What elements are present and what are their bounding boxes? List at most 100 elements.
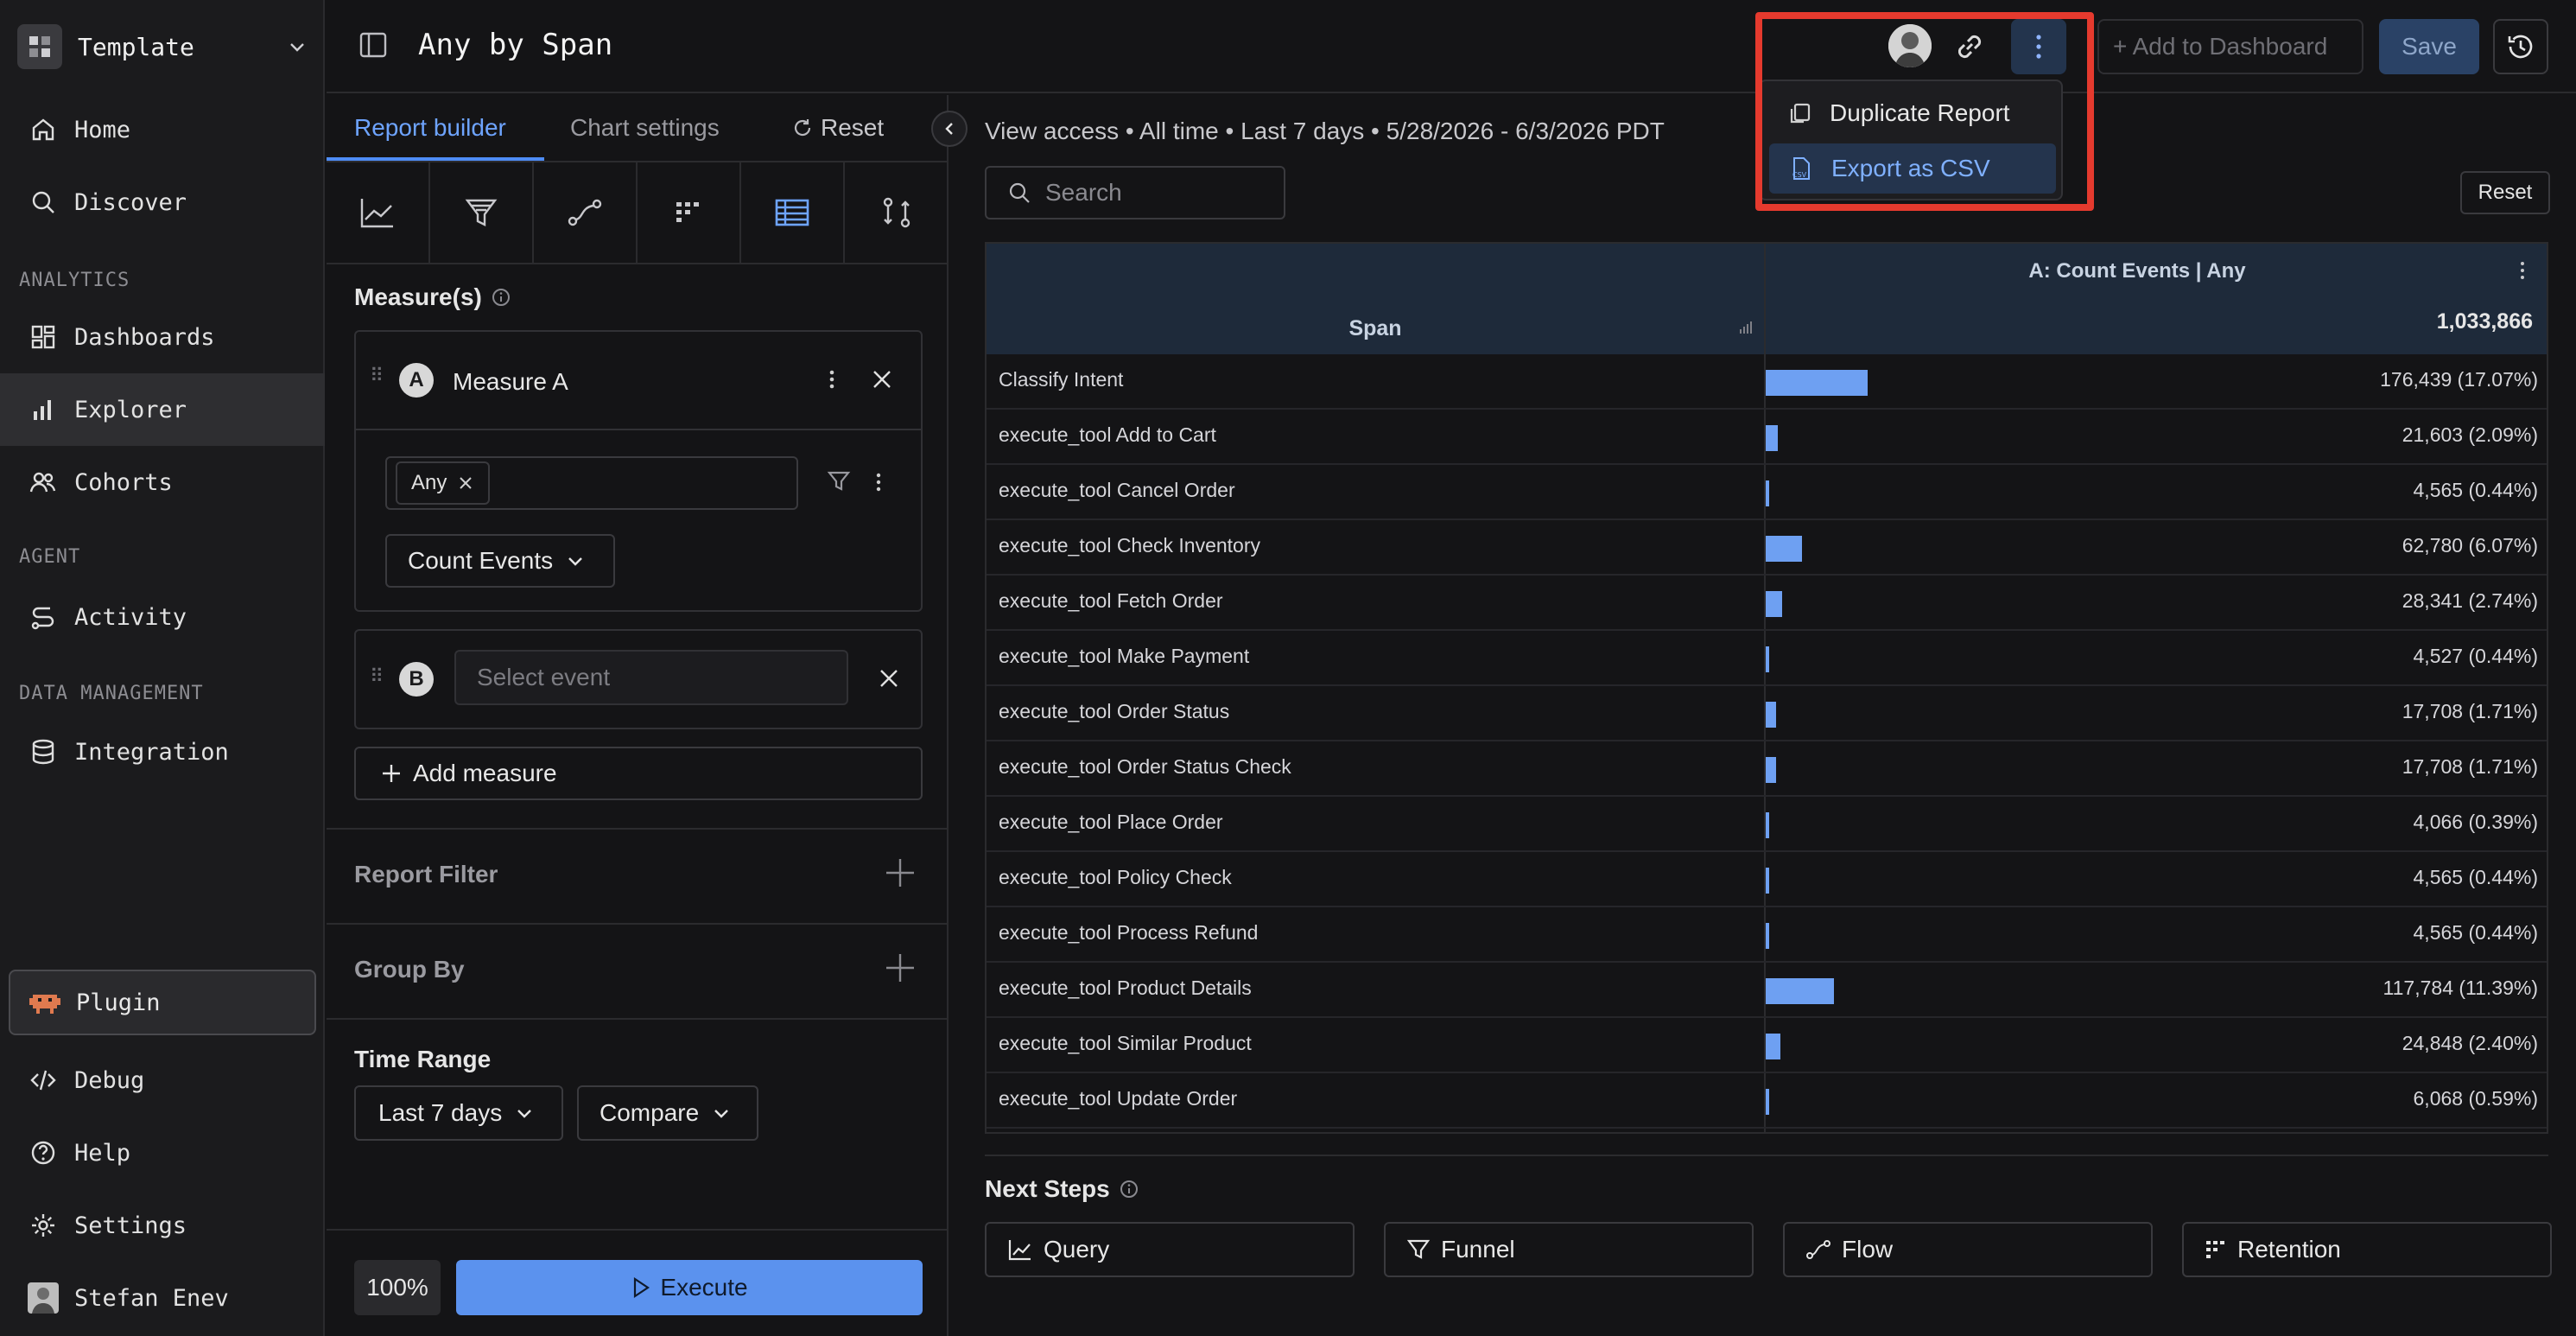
nav-settings[interactable]: Settings [0,1189,325,1262]
grid-dots-icon [676,202,699,222]
chart-type-compare[interactable] [845,162,949,263]
report-builder-panel: Report builder Chart settings Reset Meas… [327,95,949,1336]
nav-discover[interactable]: Discover [0,166,325,239]
plus-icon[interactable] [883,951,917,985]
nav-help[interactable]: Help [0,1117,325,1189]
aggregation-label: Count Events [408,547,554,574]
time-range-title: Time Range [354,1046,492,1072]
value-bar [1766,480,1769,506]
nav-activity[interactable]: Activity [0,581,325,653]
table-row[interactable]: execute_tool Fetch Order 28,341 (2.74%) [987,576,2547,631]
search-icon [26,185,60,219]
table-icon [775,199,809,226]
next-step-flow-button[interactable]: Flow [1783,1222,2153,1277]
value-bar [1766,1089,1770,1115]
more-vertical-icon[interactable] [874,470,883,494]
nav-home[interactable]: Home [0,93,325,166]
report-filter-section[interactable]: Report Filter [327,830,949,925]
table-row[interactable]: execute_tool Cancel Order 4,565 (0.44%) [987,465,2547,520]
compare-dropdown[interactable]: Compare [577,1085,758,1141]
nav-explorer-label: Explorer [74,396,187,423]
funnel-icon [1406,1239,1431,1259]
plugin-button[interactable]: Plugin [9,970,316,1035]
nav-debug-label: Debug [74,1066,145,1094]
close-icon[interactable] [878,667,900,690]
value-bar [1766,702,1776,728]
search-input[interactable]: Search [985,166,1285,219]
add-to-dashboard-button[interactable]: + Add to Dashboard [2097,19,2363,74]
event-selector[interactable]: Any [385,456,798,510]
nav-explorer[interactable]: Explorer [0,373,325,446]
table-row[interactable]: execute_tool Place Order 4,066 (0.39%) [987,797,2547,852]
sidebar-toggle-icon[interactable] [358,29,389,60]
next-step-retention-button[interactable]: Retention [2182,1222,2552,1277]
nav-debug[interactable]: Debug [0,1044,325,1117]
group-by-section[interactable]: Group By [327,925,949,1020]
reset-button[interactable]: Reset [791,114,884,142]
flow-icon [568,199,602,226]
measure-a-card: ⠿ A Measure A Any Count Events [354,330,923,612]
nav-home-label: Home [74,116,131,143]
table-row[interactable]: execute_tool Order Status 17,708 (1.71%) [987,686,2547,741]
column-header-span[interactable]: Span [987,316,1764,341]
table-row[interactable]: execute_tool Policy Check 4,565 (0.44%) [987,852,2547,907]
nav-dashboards[interactable]: Dashboards [0,301,325,373]
divider [985,1155,2548,1156]
count-value-cell: 4,066 (0.39%) [2413,811,2538,833]
next-step-funnel-button[interactable]: Funnel [1384,1222,1754,1277]
link-icon[interactable] [1949,26,1990,67]
execute-button[interactable]: Execute [456,1260,923,1315]
table-row[interactable]: execute_tool Product Details 117,784 (11.… [987,963,2547,1018]
nav-discover-label: Discover [74,188,187,216]
more-vertical-icon[interactable] [828,366,836,392]
next-step-query-button[interactable]: Query [985,1222,1355,1277]
table-reset-button[interactable]: Reset [2460,171,2550,214]
plus-icon[interactable] [883,856,917,890]
chart-type-retention[interactable] [638,162,741,263]
chart-type-table[interactable] [741,162,845,263]
drag-handle-icon[interactable]: ⠿ [370,665,384,688]
nav-user[interactable]: Stefan Enev [0,1262,325,1334]
tab-report-builder[interactable]: Report builder [354,114,506,142]
sort-icon[interactable] [1738,320,1754,335]
filter-icon[interactable] [826,468,852,494]
close-icon[interactable] [457,474,474,492]
span-name-cell: execute_tool Similar Product [999,1032,1252,1054]
table-row[interactable]: execute_tool Add to Cart 21,603 (2.09%) [987,410,2547,465]
report-filter-title: Report Filter [354,861,498,887]
aggregation-dropdown[interactable]: Count Events [385,534,615,588]
table-row[interactable]: execute_tool Similar Product 24,848 (2.40… [987,1018,2547,1073]
span-name-cell: execute_tool Check Inventory [999,534,1261,557]
close-icon[interactable] [871,368,893,391]
table-row[interactable]: execute_tool Process Refund 4,565 (0.44%) [987,907,2547,963]
workspace-name: Template [78,32,194,61]
zoom-level[interactable]: 100% [354,1260,441,1315]
nav-cohorts[interactable]: Cohorts [0,446,325,518]
chevron-down-icon [714,1110,729,1118]
chart-type-flow[interactable] [534,162,638,263]
table-row[interactable]: execute_tool Check Inventory 62,780 (6.07… [987,520,2547,576]
flow-icon [1806,1240,1830,1259]
count-value-cell: 21,603 (2.09%) [2402,423,2538,446]
time-range-dropdown[interactable]: Last 7 days [354,1085,563,1141]
table-row[interactable]: execute_tool Make Payment 4,527 (0.44%) [987,631,2547,686]
tab-chart-settings[interactable]: Chart settings [570,114,720,142]
table-row[interactable]: execute_tool Update Order 6,068 (0.59%) [987,1073,2547,1129]
save-button[interactable]: Save [2379,19,2479,74]
value-bar [1766,425,1779,451]
chart-type-funnel[interactable] [430,162,534,263]
column-header-measure[interactable]: A: Count Events | Any [1766,259,2509,283]
nav-integration[interactable]: Integration [0,716,325,788]
more-options-button[interactable] [2011,19,2066,74]
table-row[interactable]: execute_tool Order Status Check 17,708 (1… [987,741,2547,797]
workspace-switcher[interactable]: Template [17,21,308,73]
span-name-cell: execute_tool Update Order [999,1087,1238,1110]
table-row[interactable]: Classify Intent 176,439 (17.07%) [987,354,2547,410]
more-vertical-icon[interactable] [2519,259,2526,282]
add-measure-button[interactable]: Add measure [354,747,923,800]
drag-handle-icon[interactable]: ⠿ [370,365,384,387]
avatar[interactable] [1888,24,1932,67]
select-event-input[interactable]: Select event [454,650,848,705]
chart-type-line[interactable] [327,162,430,263]
history-button[interactable] [2493,19,2548,74]
